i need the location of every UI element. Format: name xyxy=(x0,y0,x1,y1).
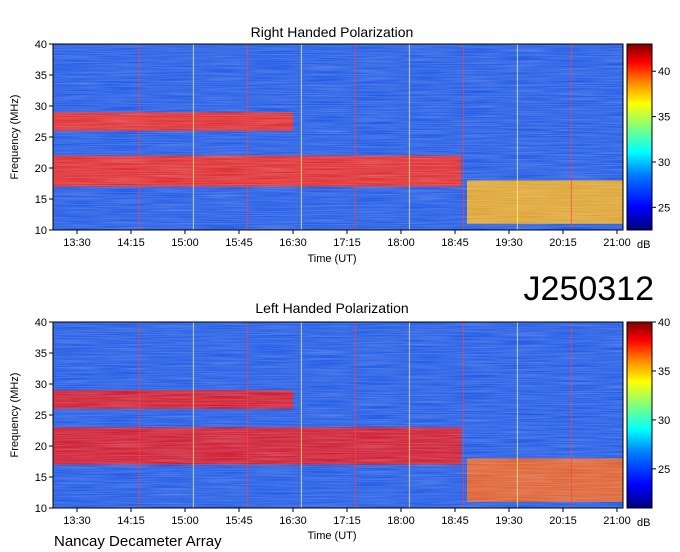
colorbar-unit-label: dB xyxy=(637,239,650,251)
noise-texture xyxy=(53,44,623,230)
x-tick-label: 20:15 xyxy=(549,515,577,527)
colorbar-unit-label: dB xyxy=(637,517,650,529)
y-tick-label: 15 xyxy=(35,194,47,206)
spectrogram-figure: Right Handed Polarization 13:30 14:15 15:0… xyxy=(9,24,670,550)
x-tick-label: 14:15 xyxy=(117,237,145,249)
x-tick-label: 21:00 xyxy=(603,237,631,249)
y-tick-label: 25 xyxy=(35,132,47,144)
x-tick-label: 13:30 xyxy=(63,515,91,527)
y-axis: 10 15 20 25 30 35 40 xyxy=(35,317,53,515)
right-polarization-panel: Right Handed Polarization 13:30 14:15 15:0… xyxy=(9,24,670,265)
y-tick-label: 35 xyxy=(35,70,47,82)
x-tick-label: 14:15 xyxy=(117,515,145,527)
x-tick-label: 18:45 xyxy=(441,515,469,527)
colorbar-tick-label: 30 xyxy=(658,157,670,169)
panel-title: Right Handed Polarization xyxy=(251,24,414,40)
colorbar xyxy=(626,43,653,231)
date-code: J250312 xyxy=(524,270,654,308)
y-tick-label: 20 xyxy=(35,441,47,453)
x-tick-label: 18:00 xyxy=(387,515,415,527)
left-polarization-panel: Left Handed Polarization 13:30 14:15 15:00… xyxy=(9,300,670,542)
colorbar-tick-label: 40 xyxy=(658,66,670,78)
colorbar-ticks: 25 30 35 40 xyxy=(652,317,670,476)
spectrogram-image xyxy=(53,44,623,230)
x-axis: 13:30 14:15 15:00 15:45 16:30 17:15 18:00 18:45… xyxy=(63,230,631,249)
colorbar xyxy=(626,321,653,509)
colorbar-tick-label: 35 xyxy=(658,112,670,124)
panel-title: Left Handed Polarization xyxy=(255,300,408,316)
y-tick-label: 20 xyxy=(35,163,47,175)
x-axis: 13:30 14:15 15:00 15:45 16:30 17:15 18:00 18:45… xyxy=(63,508,631,527)
x-tick-label: 16:30 xyxy=(279,237,307,249)
y-tick-label: 30 xyxy=(35,379,47,391)
x-tick-label: 17:15 xyxy=(333,237,361,249)
colorbar-tick-label: 30 xyxy=(658,415,670,427)
x-tick-label: 16:30 xyxy=(279,515,307,527)
y-tick-label: 40 xyxy=(35,39,47,51)
x-tick-label: 15:00 xyxy=(171,237,199,249)
instrument-label: Nancay Decameter Array xyxy=(54,533,222,550)
colorbar-tick-label: 40 xyxy=(658,317,670,329)
y-tick-label: 25 xyxy=(35,410,47,422)
y-tick-label: 10 xyxy=(35,225,47,237)
colorbar-tick-label: 25 xyxy=(658,464,670,476)
x-tick-label: 15:00 xyxy=(171,515,199,527)
y-tick-label: 35 xyxy=(35,348,47,360)
x-axis-label: Time (UT) xyxy=(307,530,356,542)
x-tick-label: 13:30 xyxy=(63,237,91,249)
x-tick-label: 15:45 xyxy=(225,515,253,527)
x-tick-label: 18:45 xyxy=(441,237,469,249)
colorbar-ticks: 25 30 35 40 xyxy=(652,66,670,214)
x-tick-label: 19:30 xyxy=(495,237,523,249)
noise-texture xyxy=(53,322,623,508)
y-axis-label: Frequency (MHz) xyxy=(9,95,21,180)
x-axis-label: Time (UT) xyxy=(307,253,356,265)
x-tick-label: 15:45 xyxy=(225,237,253,249)
spectrogram-image xyxy=(53,322,623,508)
y-tick-label: 40 xyxy=(35,317,47,329)
x-tick-label: 17:15 xyxy=(333,515,361,527)
colorbar-tick-label: 25 xyxy=(658,202,670,214)
y-tick-label: 15 xyxy=(35,472,47,484)
x-tick-label: 20:15 xyxy=(549,237,577,249)
y-axis-label: Frequency (MHz) xyxy=(9,373,21,458)
colorbar-tick-label: 35 xyxy=(658,366,670,378)
y-axis: 10 15 20 25 30 35 40 xyxy=(35,39,53,237)
x-tick-label: 19:30 xyxy=(495,515,523,527)
y-tick-label: 10 xyxy=(35,503,47,515)
x-tick-label: 21:00 xyxy=(603,515,631,527)
x-tick-label: 18:00 xyxy=(387,237,415,249)
y-tick-label: 30 xyxy=(35,101,47,113)
